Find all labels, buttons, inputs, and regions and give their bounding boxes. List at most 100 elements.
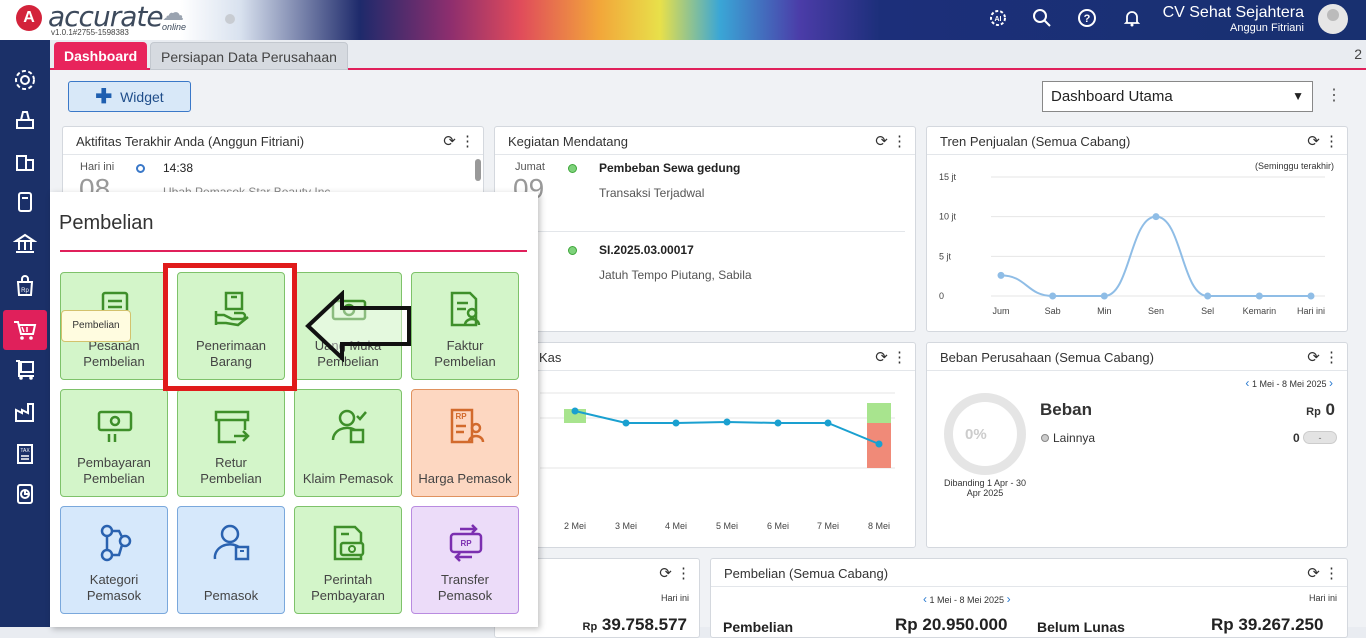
sidebar: Rp TAX — [0, 40, 50, 627]
bank-icon[interactable] — [0, 224, 50, 264]
accurate-logo-icon[interactable]: A — [16, 5, 42, 31]
pembelian-label: Pembelian — [723, 619, 794, 635]
bell-icon[interactable] — [1121, 8, 1143, 30]
chevron-right-icon[interactable]: › — [1007, 592, 1011, 606]
refresh-icon[interactable]: ⟳ — [875, 349, 888, 366]
tile-perintah-pembayaran[interactable]: Perintah Pembayaran — [294, 506, 402, 614]
refresh-icon[interactable]: ⟳ — [1307, 349, 1320, 366]
refresh-icon[interactable]: ⟳ — [443, 133, 456, 150]
x-tick-label: Kemarin — [1243, 306, 1277, 316]
factory-icon[interactable] — [0, 392, 50, 432]
timeline-dot — [136, 164, 145, 173]
scrollbar[interactable] — [475, 159, 481, 181]
return-box-icon — [214, 410, 250, 444]
dashboard-menu-icon[interactable]: ⋮ — [1326, 88, 1342, 104]
data-point — [571, 407, 579, 415]
y-tick-label: 15 jt — [939, 172, 957, 182]
kegiatan-card: Kegiatan Mendatang ⟳ ⋮ Jumat 09 Pembeban… — [494, 126, 916, 332]
tile-label: Pembelian — [200, 471, 262, 486]
refresh-icon[interactable]: ⟳ — [1307, 565, 1320, 582]
user-name[interactable]: Anggun Fitriani — [1230, 22, 1304, 34]
data-point — [1100, 292, 1108, 300]
company-name[interactable]: CV Sehat Sejahtera — [1163, 4, 1304, 22]
tile-label: Retur — [215, 455, 247, 470]
kegiatan-item-title[interactable]: SI.2025.03.00017 — [599, 243, 694, 257]
chevron-left-icon[interactable]: ‹ — [923, 592, 927, 606]
logo-sub: online — [162, 22, 187, 32]
pointer-arrow-icon — [305, 290, 411, 362]
beban-period-nav[interactable]: ‹ 1 Mei - 8 Mei 2025 › — [1245, 376, 1333, 390]
pembelian-period-nav[interactable]: ‹ 1 Mei - 8 Mei 2025 › — [923, 592, 1011, 606]
category-icon — [100, 524, 132, 562]
plus-icon: ✚ — [95, 86, 113, 108]
refresh-icon[interactable]: ⟳ — [875, 133, 888, 150]
more-icon[interactable]: ⋮ — [1324, 349, 1339, 366]
x-tick-label: 8 Mei — [868, 521, 890, 531]
penjualan-tools: ⟳ ⋮ — [659, 564, 691, 582]
building-icon[interactable] — [0, 142, 50, 182]
purchase-bag-icon[interactable]: Rp — [0, 266, 50, 306]
data-point — [1152, 213, 1160, 221]
data-point — [1049, 292, 1057, 300]
help-icon[interactable]: ? — [1076, 8, 1098, 30]
phone-icon[interactable] — [0, 182, 50, 222]
add-widget-button[interactable]: ✚ Widget — [68, 81, 191, 112]
more-icon[interactable]: ⋮ — [1324, 133, 1339, 150]
tile-faktur-pembelian[interactable]: Faktur Pembelian — [411, 272, 519, 380]
tile-pembayaran-pembelian[interactable]: Pembayaran Pembelian — [60, 389, 168, 497]
dashboard-select[interactable]: Dashboard Utama ▼ — [1042, 81, 1313, 112]
tile-label: Klaim Pemasok — [302, 471, 394, 486]
x-tick-label: Min — [1097, 306, 1112, 316]
tren-title: Tren Penjualan (Semua Cabang) — [940, 134, 1131, 149]
kegiatan-item-title[interactable]: Pembeban Sewa gedung — [599, 161, 740, 175]
legend-dot — [1041, 434, 1049, 442]
status-dot — [225, 14, 235, 24]
more-icon[interactable]: ⋮ — [892, 133, 907, 150]
ai-icon[interactable]: AI — [987, 8, 1009, 30]
more-icon[interactable]: ⋮ — [460, 133, 475, 150]
tile-kategori-pemasok[interactable]: Kategori Pemasok — [60, 506, 168, 614]
trolley-icon[interactable] — [0, 350, 50, 390]
tile-transfer-pemasok[interactable]: RP Transfer Pemasok — [411, 506, 519, 614]
chevron-down-icon: ▼ — [1292, 89, 1304, 103]
data-point — [875, 440, 883, 448]
popup-title: Pembelian — [59, 212, 154, 234]
refresh-icon[interactable]: ⟳ — [659, 565, 672, 582]
data-point — [997, 271, 1005, 279]
report-icon[interactable] — [0, 474, 50, 514]
beban-tools: ⟳ ⋮ — [1307, 348, 1339, 366]
more-icon[interactable]: ⋮ — [676, 565, 691, 582]
x-tick-label: Sab — [1045, 306, 1061, 316]
payment-icon — [97, 410, 133, 442]
tile-klaim-pemasok[interactable]: Klaim Pemasok — [294, 389, 402, 497]
refresh-icon[interactable]: ⟳ — [1307, 133, 1320, 150]
tile-label: Pembelian — [83, 471, 145, 486]
tab-dashboard[interactable]: Dashboard — [54, 42, 148, 70]
top-bar: A accurate ☁ online v1.0.1#2755-1598383 … — [0, 0, 1366, 40]
beban-other-badge: - — [1303, 431, 1337, 444]
x-tick-label: Jum — [992, 306, 1009, 316]
data-point — [824, 419, 832, 427]
price-icon: RP — [450, 408, 485, 444]
tile-pemasok[interactable]: Pemasok — [177, 506, 285, 614]
search-icon[interactable] — [1031, 8, 1053, 30]
data-point — [622, 419, 630, 427]
tax-icon[interactable]: TAX — [0, 434, 50, 474]
chevron-right-icon[interactable]: › — [1329, 376, 1333, 390]
sidebar-tooltip: Pembelian — [61, 310, 131, 342]
data-point — [1307, 292, 1315, 300]
penjualan-period: Hari ini — [660, 593, 689, 603]
tile-harga-pemasok[interactable]: RP Harga Pemasok — [411, 389, 519, 497]
tab-persiapan-data[interactable]: Persiapan Data Perusahaan — [150, 42, 348, 70]
more-icon[interactable]: ⋮ — [1324, 565, 1339, 582]
cart-icon[interactable] — [3, 310, 47, 350]
kas-card: Kas ⟳ ⋮ 2 Mei 3 Mei 4 Mei 5 Mei 6 Mei 7 Mei 8 … — [494, 342, 916, 548]
settings-icon[interactable] — [0, 60, 50, 100]
avatar[interactable] — [1318, 4, 1348, 34]
tile-label: Faktur — [446, 338, 484, 353]
more-icon[interactable]: ⋮ — [892, 349, 907, 366]
tile-retur-pembelian[interactable]: Retur Pembelian — [177, 389, 285, 497]
sales-icon[interactable] — [0, 100, 50, 140]
tab-count[interactable]: 2 — [1354, 46, 1362, 62]
chevron-left-icon[interactable]: ‹ — [1245, 376, 1249, 390]
